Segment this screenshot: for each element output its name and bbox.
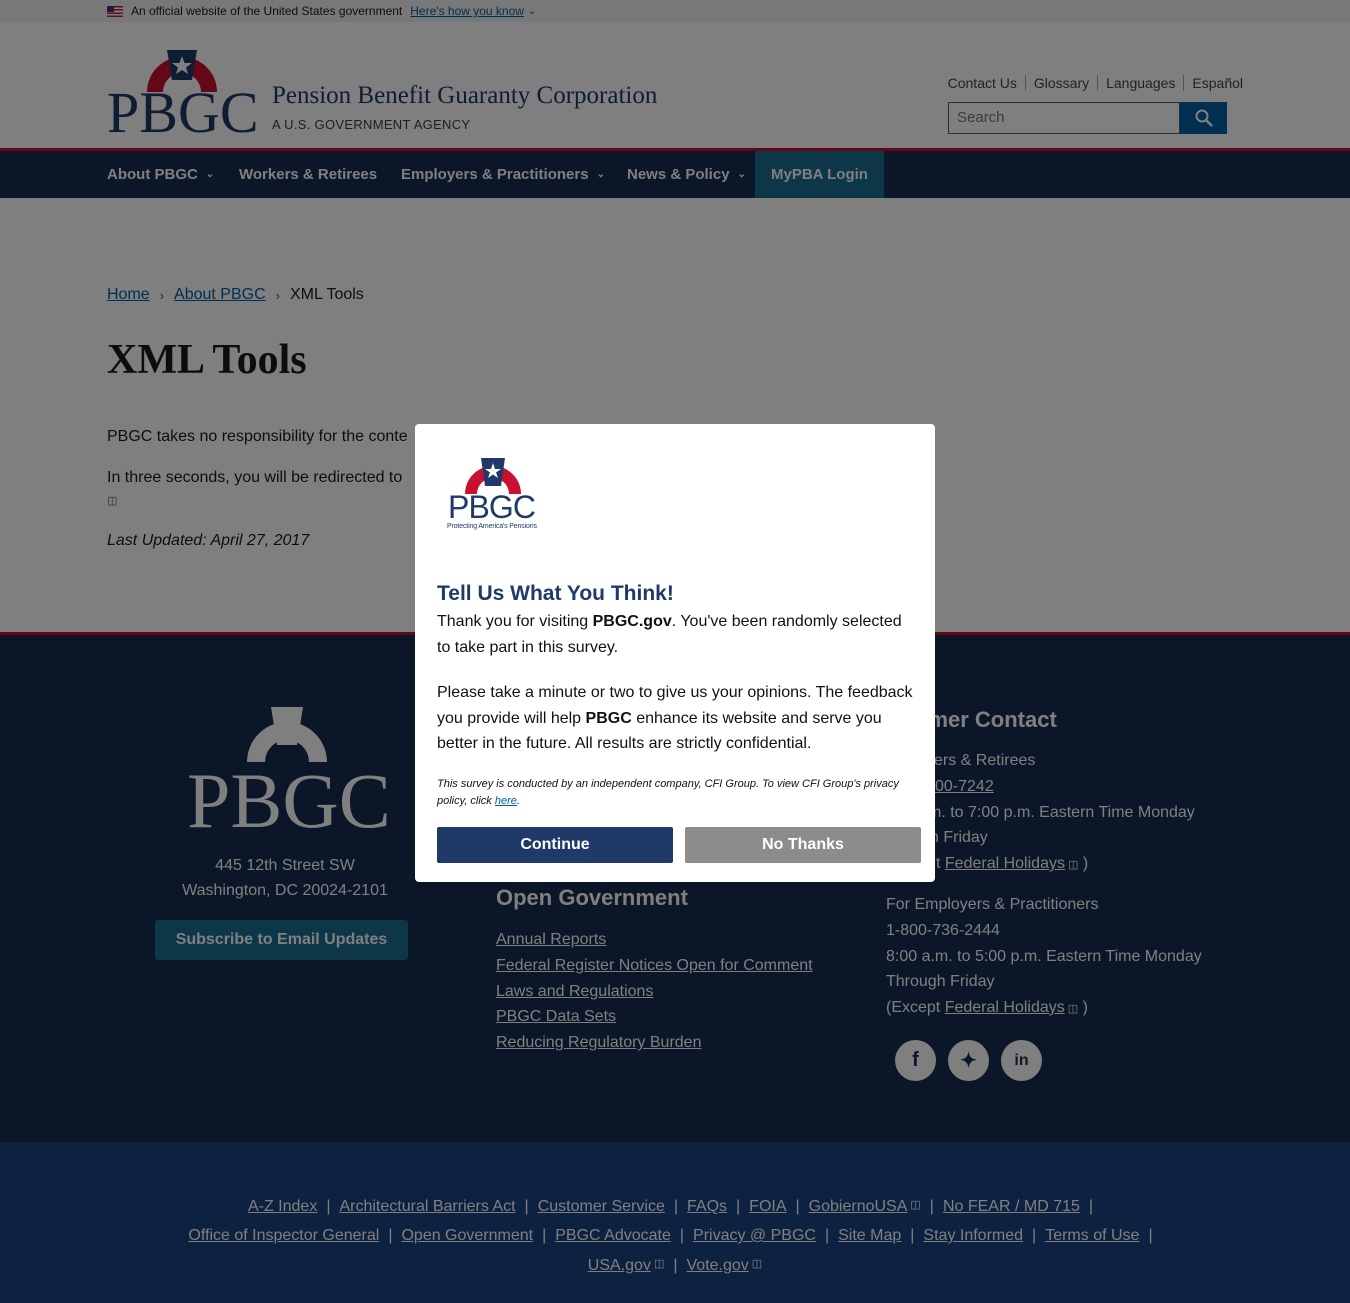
modal-paragraph-1: Thank you for visiting PBGC.gov. You've … xyxy=(437,613,902,656)
privacy-policy-link[interactable]: here xyxy=(495,795,517,807)
modal-logo-text: PBGC xyxy=(448,489,536,525)
no-thanks-button[interactable]: No Thanks xyxy=(685,827,921,863)
survey-modal: PBGC Protecting America's Pensions Tell … xyxy=(415,424,935,882)
modal-pbgc-logo: PBGC Protecting America's Pensions xyxy=(447,458,538,530)
continue-button[interactable]: Continue xyxy=(437,827,673,863)
modal-paragraph-2: Please take a minute or two to give us y… xyxy=(437,684,913,752)
modal-logo-tagline: Protecting America's Pensions xyxy=(447,523,538,530)
modal-title: Tell Us What You Think! xyxy=(437,582,674,605)
modal-privacy-note: This survey is conducted by an independe… xyxy=(437,778,899,807)
